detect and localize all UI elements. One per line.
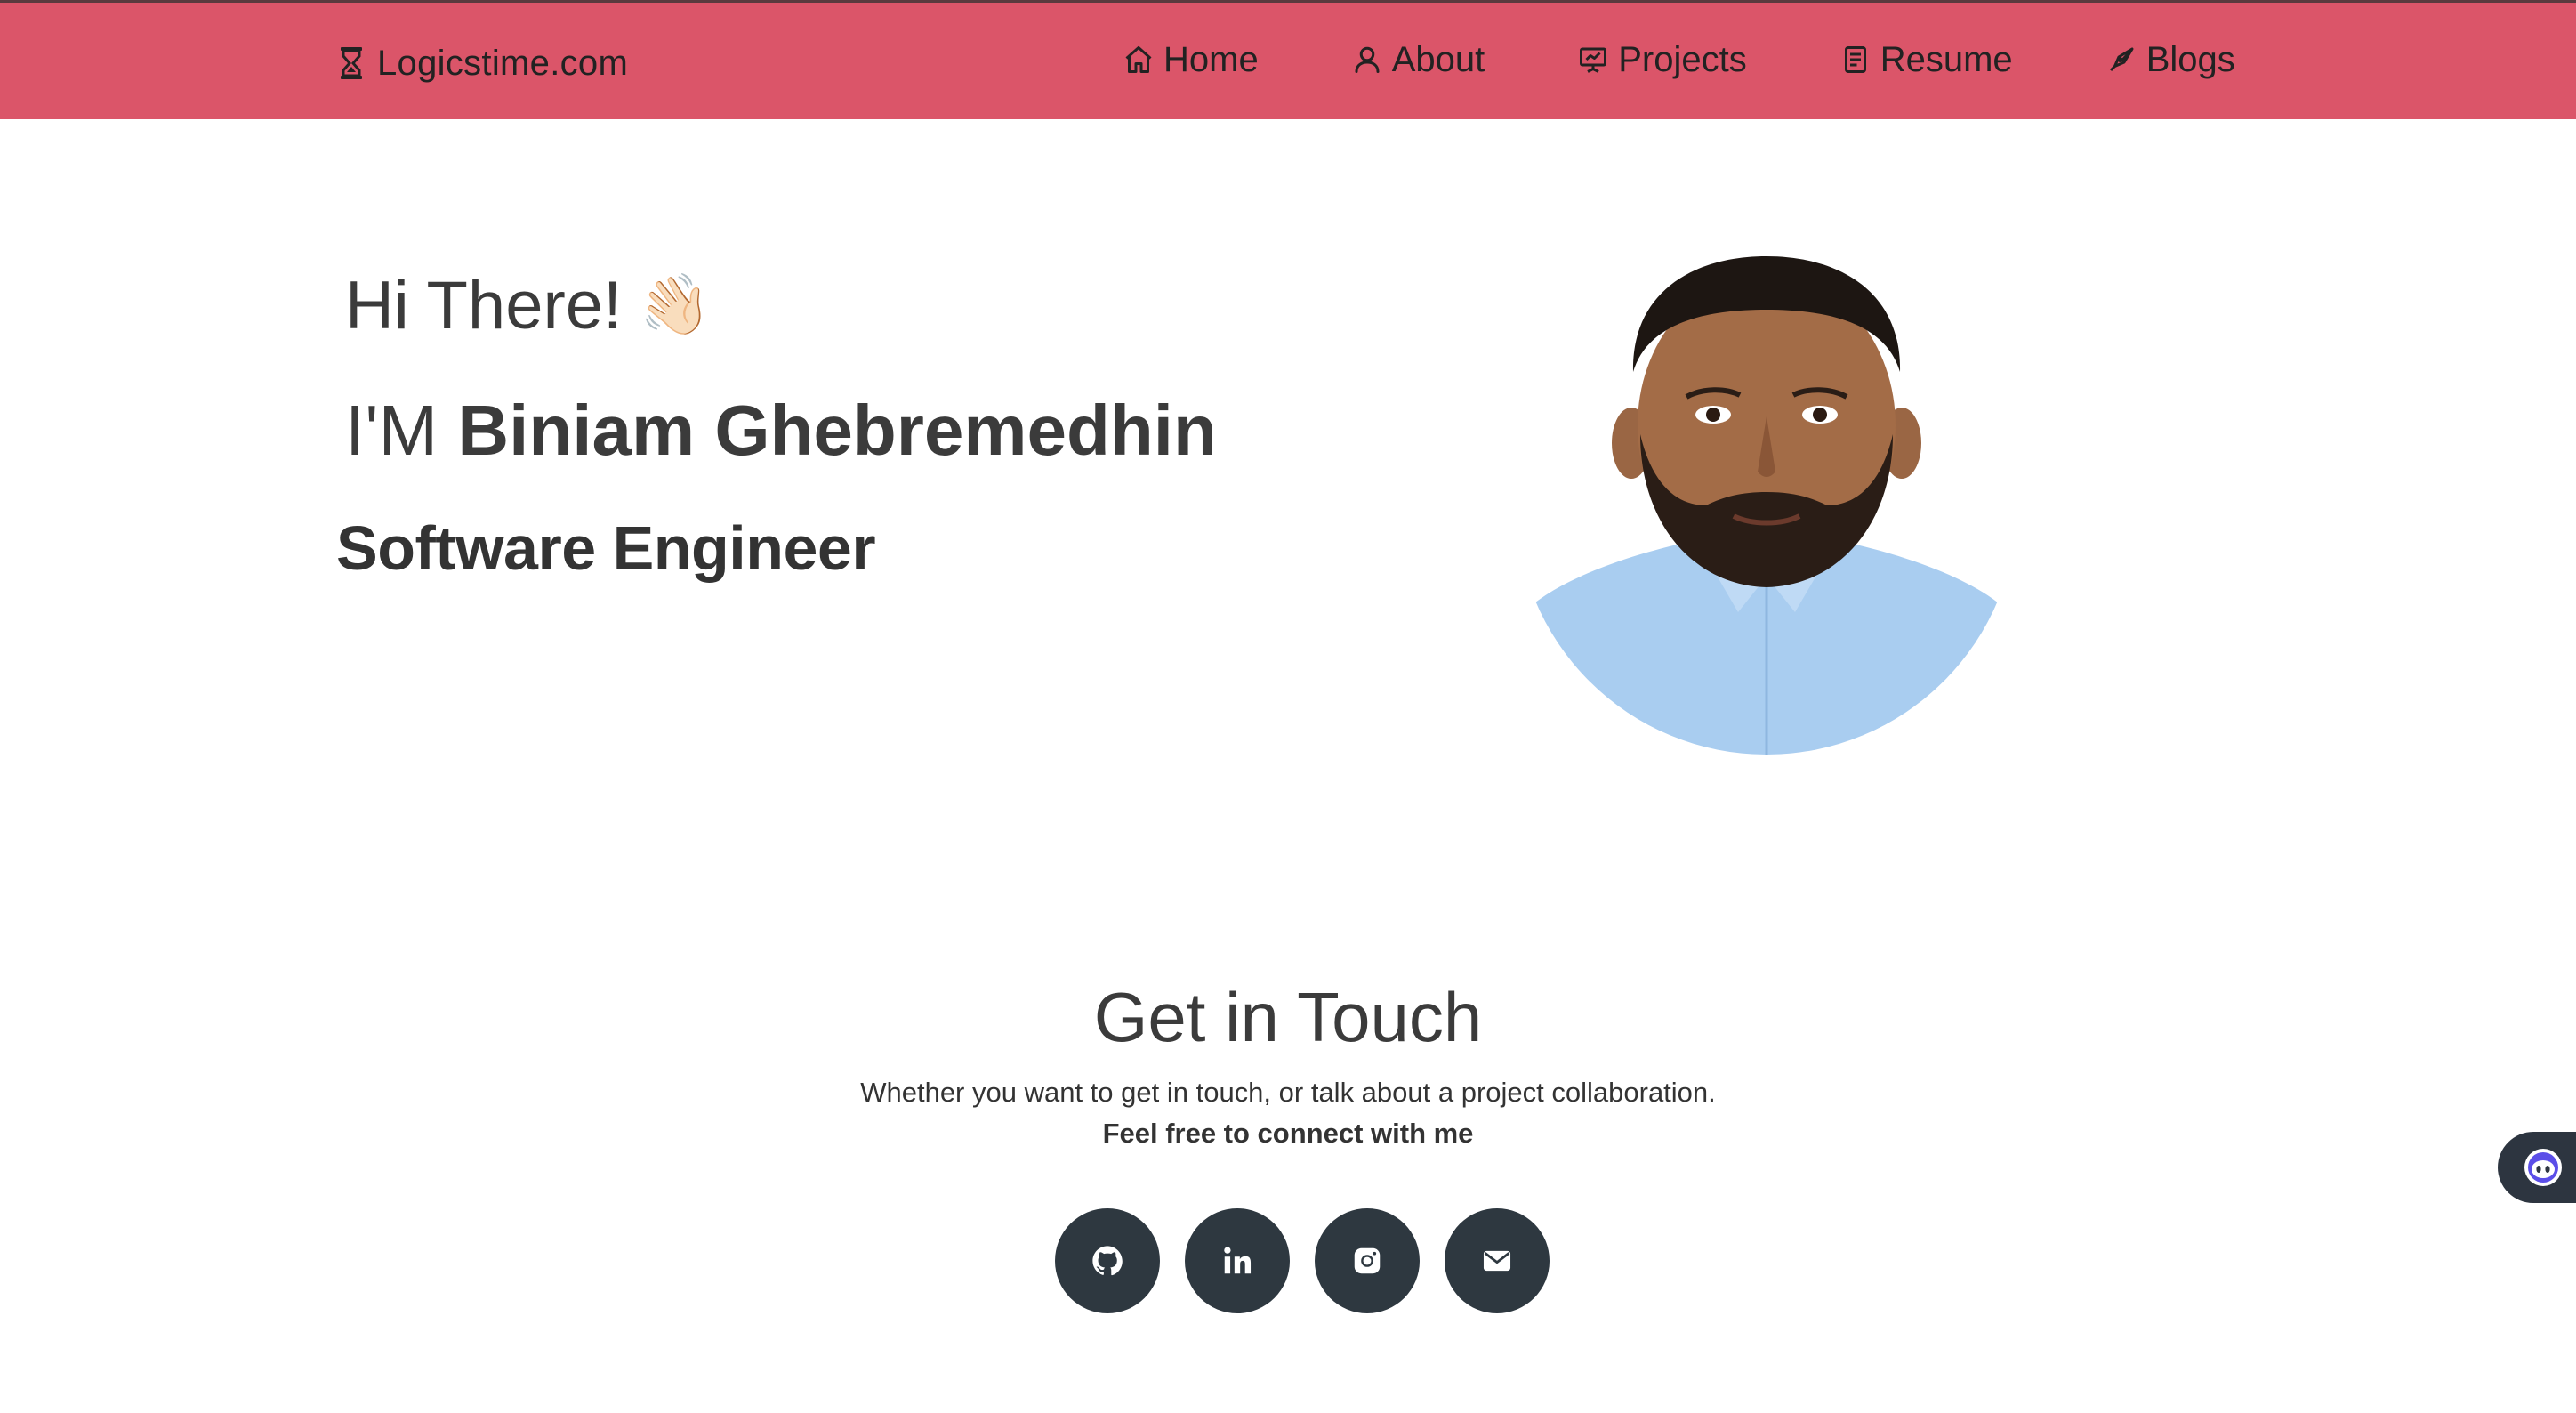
- nav-blogs-label: Blogs: [2145, 39, 2235, 79]
- hero-role: Software Engineer: [336, 513, 876, 583]
- navbar: Logicstime.com Home About Projects Resum…: [0, 0, 2576, 119]
- nav-blogs[interactable]: Blogs: [2105, 31, 2235, 88]
- avatar: [1516, 238, 2017, 755]
- contact-subtitle: Whether you want to get in touch, or tal…: [860, 1077, 1716, 1108]
- hourglass-icon: [341, 47, 362, 79]
- home-icon: [1125, 46, 1152, 73]
- instagram-icon: [1354, 1247, 1381, 1274]
- profile-photo: [1516, 238, 2017, 755]
- linkedin-button[interactable]: [1185, 1208, 1290, 1313]
- document-icon: [1844, 46, 1866, 73]
- chatbot-icon: [2524, 1149, 2562, 1186]
- chat-widget-button[interactable]: [2498, 1132, 2576, 1203]
- nav-home-label: Home: [1163, 39, 1259, 79]
- social-links: [1055, 1208, 1550, 1313]
- nav-projects[interactable]: Projects: [1577, 31, 1747, 88]
- nav-menu: Home About Projects Resume Blogs: [1123, 31, 2235, 88]
- pen-nib-icon: [2109, 47, 2134, 72]
- nav-about-label: About: [1391, 39, 1485, 79]
- mail-icon: [1483, 1250, 1511, 1272]
- github-icon: [1092, 1246, 1123, 1276]
- full-name: Biniam Ghebremedhin: [457, 391, 1217, 470]
- nav-resume-label: Resume: [1880, 39, 2013, 79]
- user-icon: [1355, 46, 1380, 73]
- hero-greeting: Hi There! 👋🏻: [345, 267, 715, 344]
- hero-name: I'M Biniam Ghebremedhin: [345, 390, 1217, 472]
- nav-resume[interactable]: Resume: [1839, 31, 2013, 88]
- nav-home[interactable]: Home: [1123, 31, 1259, 88]
- github-button[interactable]: [1055, 1208, 1160, 1313]
- greeting-text: Hi There!: [345, 268, 623, 343]
- name-prefix: I'M: [345, 391, 439, 470]
- instagram-button[interactable]: [1315, 1208, 1420, 1313]
- contact-cta: Feel free to connect with me: [1102, 1118, 1474, 1149]
- brand-link[interactable]: Logicstime.com: [338, 38, 628, 88]
- presentation-icon: [1580, 47, 1607, 73]
- brand-name: Logicstime.com: [377, 43, 629, 83]
- email-button[interactable]: [1445, 1208, 1550, 1313]
- contact-title: Get in Touch: [1093, 978, 1483, 1056]
- waving-hand-icon: 👋🏻: [633, 267, 715, 343]
- nav-about[interactable]: About: [1351, 31, 1485, 88]
- linkedin-icon: [1224, 1247, 1252, 1274]
- nav-projects-label: Projects: [1618, 39, 1747, 79]
